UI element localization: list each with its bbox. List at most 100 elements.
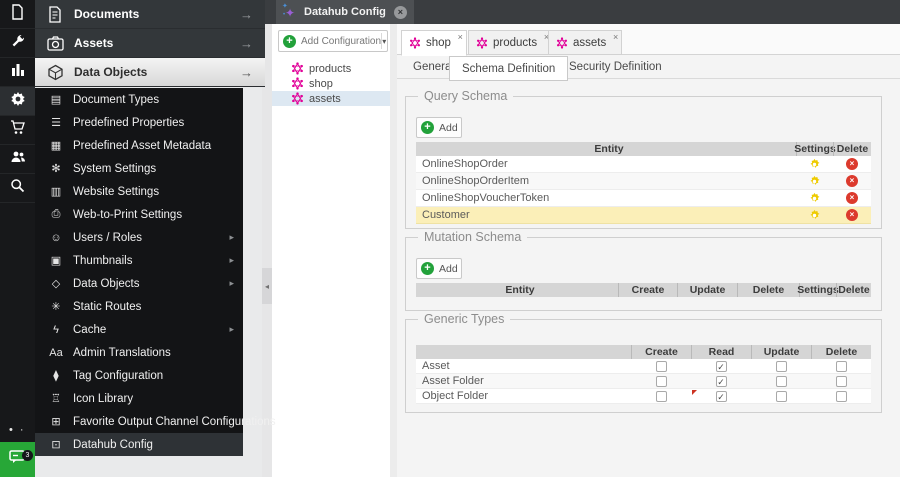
sidebar-button-search[interactable] [0,174,35,203]
column-header-delete[interactable]: Delete [737,283,799,297]
accordion-data-objects[interactable]: Data Objects → [35,58,265,87]
close-icon[interactable]: × [613,32,618,42]
tree-item-assets[interactable]: assets [272,91,390,106]
menu-item-datahub-config[interactable]: ⊡ Datahub Config [35,433,243,456]
accordion-assets[interactable]: Assets → [35,29,265,58]
sidebar-button-documents[interactable] [0,0,35,29]
tree-item-shop[interactable]: shop [272,76,390,91]
checkbox[interactable] [775,360,787,372]
accordion-documents[interactable]: Documents → [35,0,265,29]
menu-item-data-objects[interactable]: ◇ Data Objects ▸ [35,272,243,295]
menu-item-cache[interactable]: ϟ Cache ▸ [35,318,243,341]
menu-item-document-types[interactable]: ▤ Document Types [35,88,243,111]
menu-item-favorite-output-channel-configurations[interactable]: ⊞ Favorite Output Channel Configurations [35,410,275,433]
checkbox[interactable] [775,390,787,402]
menu-item-web-to-print-settings[interactable]: ⎙ Web-to-Print Settings [35,203,243,226]
checkbox[interactable] [655,360,667,372]
menu-item-users-roles[interactable]: ☺ Users / Roles ▸ [35,226,243,249]
routes-icon: ✳ [51,301,61,313]
mutation-schema-add-button[interactable]: + Add [416,258,462,279]
settings-gear-icon [810,158,820,168]
column-header-settings[interactable]: Settings [794,142,836,156]
column-header-update[interactable]: Update [677,283,737,297]
chevron-down-icon[interactable]: ▾ [381,37,387,46]
add-configuration-button[interactable]: + Add Configuration ▾ [278,30,388,52]
add-button-label: Add [439,121,458,134]
column-header-create[interactable]: Create [618,283,677,297]
menu-item-website-settings[interactable]: ▥ Website Settings [35,180,243,203]
menu-item-system-settings[interactable]: ✻ System Settings [35,157,243,180]
tab-assets[interactable]: assets × [548,30,623,55]
sidebar-button-users[interactable] [0,145,35,174]
sidebar-button-tools[interactable] [0,29,35,58]
delete-icon[interactable]: × [846,175,858,187]
table-row[interactable]: OnlineShopVoucherToken × [416,190,871,207]
settings-cell[interactable] [796,209,833,222]
delete-cell[interactable]: × [833,158,871,170]
checkbox[interactable] [775,375,787,387]
column-header-delete[interactable]: Delete [811,345,871,359]
checkbox[interactable] [655,390,667,402]
tree-item-label: shop [309,77,333,90]
table-row-object-folder[interactable]: Object Folder ✓ [416,389,871,404]
tab-schema-definition[interactable]: Schema Definition [449,56,569,81]
column-header-settings[interactable]: Settings [797,283,839,297]
column-header-entity[interactable]: Entity [416,142,796,156]
sidebar-button-reports[interactable] [0,58,35,87]
column-header-update[interactable]: Update [751,345,811,359]
tab-shop[interactable]: shop × [401,30,467,56]
checkbox-checked[interactable]: ✓ [715,390,727,402]
column-header-create[interactable]: Create [631,345,691,359]
document-types-icon: ▤ [50,94,62,106]
table-row[interactable]: OnlineShopOrder × [416,156,871,173]
table-row-asset-folder[interactable]: Asset Folder ✓ [416,374,871,389]
update-checkbox-cell [751,374,811,389]
chevron-right-icon: ▸ [229,255,234,265]
delete-cell[interactable]: × [833,192,871,204]
delete-icon[interactable]: × [846,158,858,170]
menu-item-static-routes[interactable]: ✳ Static Routes [35,295,243,318]
collapse-handle[interactable]: ◂ [262,268,272,304]
checkbox-checked[interactable]: ✓ [715,360,727,372]
close-icon[interactable]: × [393,5,407,19]
table-row-selected[interactable]: Customer × [416,207,871,224]
delete-cell[interactable]: × [833,209,871,221]
settings-cell[interactable] [796,192,833,205]
window-tab-datahub-config[interactable]: ✦ ✦ • Datahub Config × [276,0,414,24]
checkbox-checked[interactable]: ✓ [715,375,727,387]
checkbox[interactable] [835,360,847,372]
sidebar-button-ecommerce[interactable] [0,116,35,145]
column-header-delete[interactable]: Delete [833,142,871,156]
chat-button[interactable]: 3 [0,442,35,477]
settings-cell[interactable] [796,175,833,188]
checkbox[interactable] [655,375,667,387]
tab-products[interactable]: products × [468,30,554,55]
tab-security-definition[interactable]: Security Definition [557,56,674,78]
delete-icon[interactable]: × [846,209,858,221]
panel-splitter[interactable] [390,24,397,477]
menu-item-thumbnails[interactable]: ▣ Thumbnails ▸ [35,249,243,272]
iconbar-overflow-dots[interactable]: • · [9,424,26,436]
menu-item-tag-configuration[interactable]: ⧫ Tag Configuration [35,364,243,387]
tree-item-products[interactable]: products [272,61,390,76]
delete-icon[interactable]: × [846,192,858,204]
checkbox[interactable] [835,390,847,402]
settings-cell[interactable] [796,158,833,171]
table-row-asset[interactable]: Asset ✓ [416,359,871,374]
menu-item-admin-translations[interactable]: Aa Admin Translations [35,341,243,364]
close-icon[interactable]: × [458,32,463,42]
checkbox[interactable] [835,375,847,387]
column-header-delete[interactable]: Delete [836,283,871,297]
column-header-entity[interactable]: Entity [416,283,618,297]
menu-item-predefined-properties[interactable]: ☰ Predefined Properties [35,111,243,134]
menu-item-predefined-asset-metadata[interactable]: ▦ Predefined Asset Metadata [35,134,243,157]
sidebar-button-settings[interactable] [0,87,35,116]
west-region-splitter[interactable]: ◂ [262,24,272,477]
type-label-cell: Asset Folder [422,375,484,387]
mutation-schema-grid: Entity Create Update Delete Settings Del… [416,283,871,297]
menu-item-icon-library[interactable]: ♖ Icon Library [35,387,243,410]
table-row[interactable]: OnlineShopOrderItem × [416,173,871,190]
column-header-read[interactable]: Read [691,345,751,359]
delete-cell[interactable]: × [833,175,871,187]
query-schema-add-button[interactable]: + Add [416,117,462,138]
